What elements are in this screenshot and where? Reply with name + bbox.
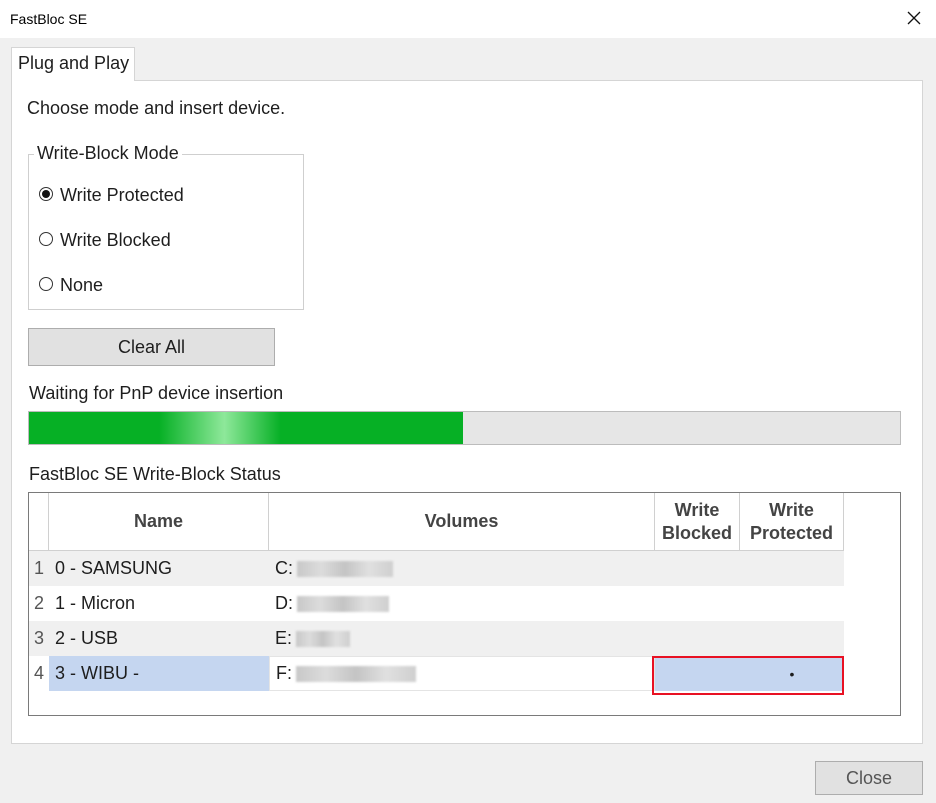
column-header-write-blocked[interactable]: Write Blocked [655,493,740,551]
volume-letter: E: [275,628,293,648]
radio-label-write-blocked[interactable]: Write Blocked [60,230,171,251]
column-header-write-blocked-label: Write Blocked [661,499,733,543]
instructions-text: Choose mode and insert device. [27,98,286,118]
row-number: 3 [33,628,44,648]
column-header-write-protected-label: Write Protected [749,499,834,543]
radio-label-none[interactable]: None [60,275,103,296]
table-row[interactable]: 3 2 - USB E: [29,621,844,656]
clear-all-button[interactable]: Clear All [28,328,275,366]
row-number: 2 [33,593,44,613]
table-row[interactable]: 2 1 - Micron D: [29,586,844,621]
volume-letter: C: [275,558,293,578]
table-header-corner [29,493,49,551]
radio-checked-icon[interactable] [39,187,53,201]
progress-bar [28,411,901,445]
radio-label-write-protected[interactable]: Write Protected [60,185,184,206]
status-table-title: FastBloc SE Write-Block Status [29,464,281,484]
cell-volumes[interactable]: C: [269,551,655,586]
column-header-write-protected[interactable]: Write Protected [740,493,844,551]
cell-name[interactable]: 3 - WIBU - [49,656,269,691]
cell-volumes[interactable]: D: [269,586,655,621]
column-header-volumes[interactable]: Volumes [269,493,655,551]
cell-name[interactable]: 0 - SAMSUNG [49,551,269,586]
cell-name[interactable]: 1 - Micron [49,586,269,621]
cell-volumes[interactable]: E: [269,621,655,656]
volume-letter: F: [276,663,292,683]
radio-none[interactable] [39,277,53,291]
close-icon [907,11,921,25]
redacted-volume-label [297,595,389,612]
table-row[interactable]: 1 0 - SAMSUNG C: [29,551,844,586]
write-block-mode-title: Write-Block Mode [34,143,182,164]
volume-letter: D: [275,593,293,613]
status-text: Waiting for PnP device insertion [29,383,284,403]
redacted-volume-label [296,630,351,647]
tab-label: Plug and Play [18,53,130,73]
cell-name[interactable]: 2 - USB [49,621,269,656]
close-button[interactable]: Close [815,761,923,795]
title-bar [0,0,936,38]
window-title: FastBloc SE [10,11,88,27]
row-number: 4 [33,663,44,683]
radio-unchecked-icon[interactable] [39,232,53,246]
column-header-name[interactable]: Name [49,493,269,551]
window-close-button[interactable] [900,4,928,32]
highlight-box [652,656,844,695]
redacted-volume-label [297,560,393,577]
row-number: 1 [33,558,44,578]
radio-write-protected[interactable] [39,187,53,201]
redacted-volume-label [296,665,416,682]
radio-write-blocked[interactable] [39,232,53,246]
radio-unchecked-icon[interactable] [39,277,53,291]
progress-fill [29,412,463,444]
cell-volumes[interactable]: F: [269,656,655,691]
